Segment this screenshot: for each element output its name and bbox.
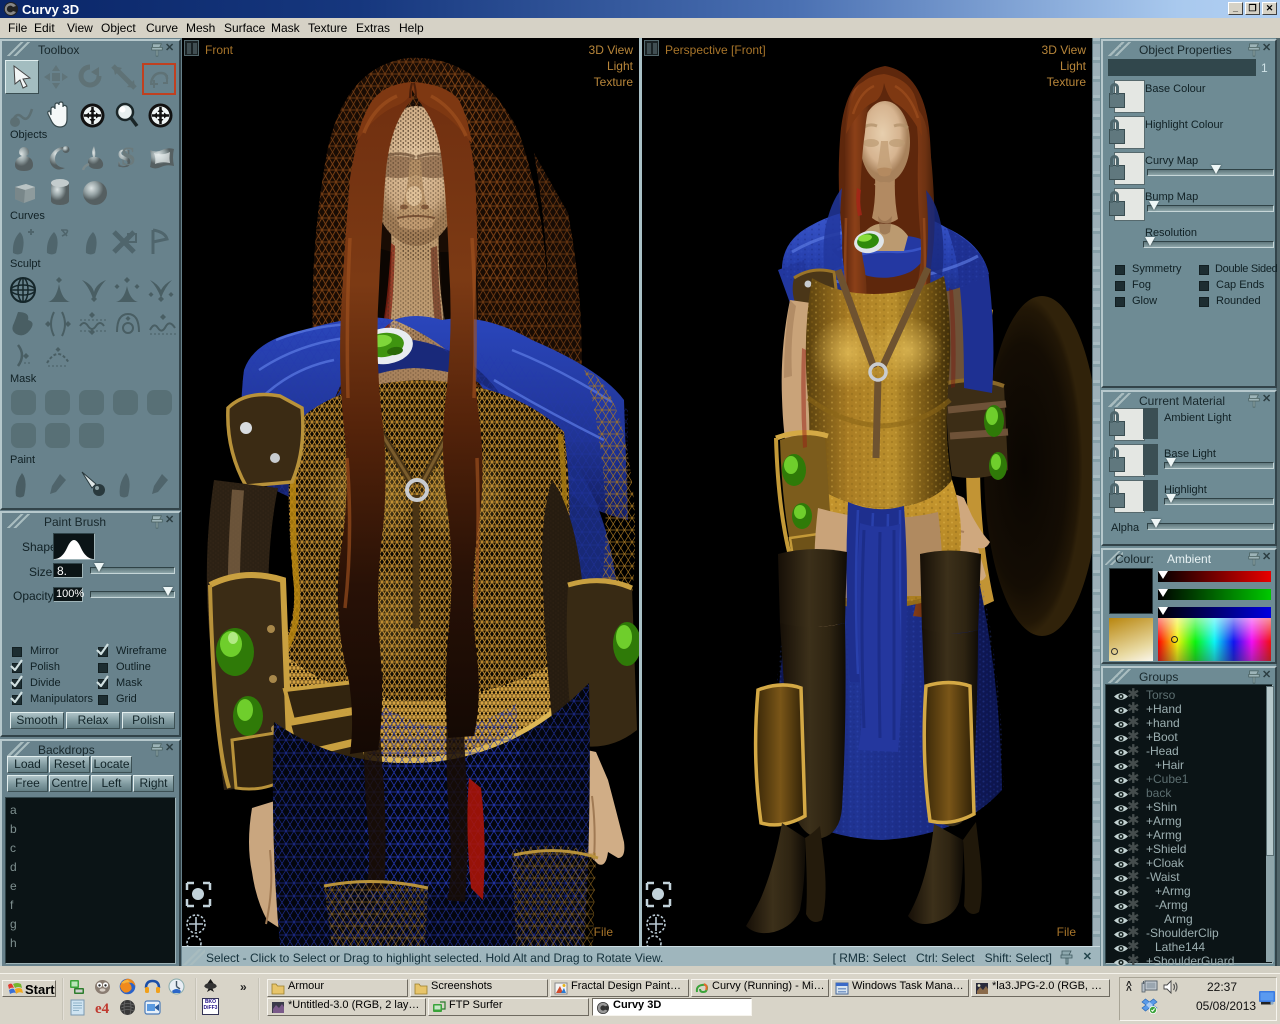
svg-text:e4: e4 — [95, 1001, 110, 1016]
svg-text:S: S — [121, 144, 135, 171]
